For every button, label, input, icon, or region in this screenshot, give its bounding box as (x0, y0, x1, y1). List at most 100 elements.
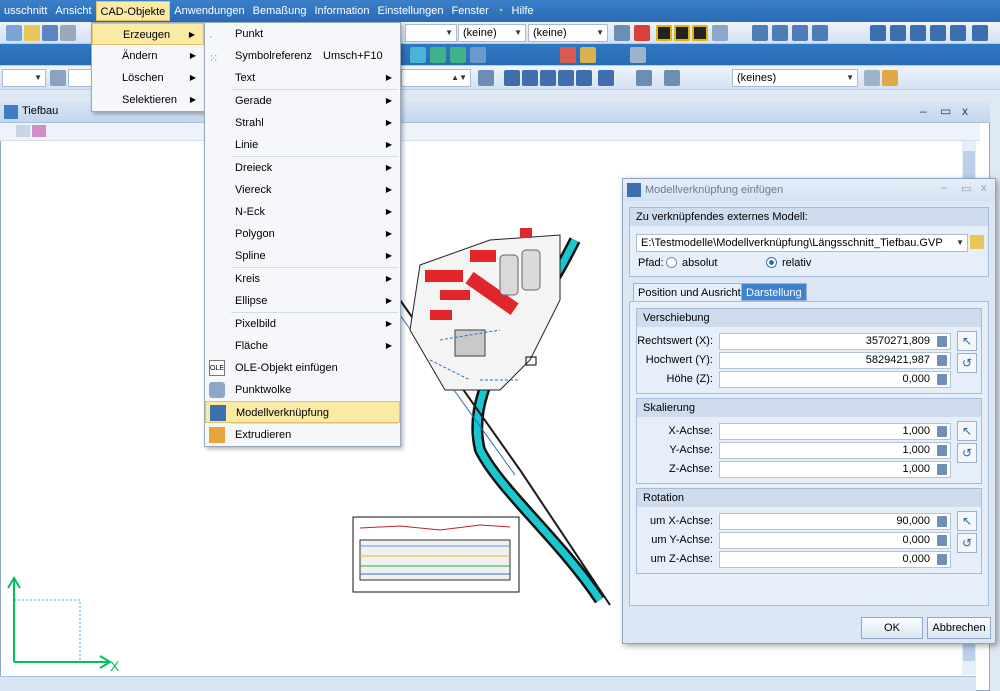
menu-item-gerade[interactable]: Gerade ▶ (205, 90, 400, 112)
layer-props-icon[interactable] (50, 70, 66, 86)
attr-combo-1[interactable]: ▼ (2, 69, 46, 87)
rot-x-input[interactable]: 90,000 (719, 513, 951, 530)
menu-ansicht[interactable]: Ansicht (51, 1, 95, 21)
pick-point-button[interactable]: ↖ (957, 331, 977, 351)
help-icon[interactable]: ◔ (493, 1, 508, 21)
menu-bemassung[interactable]: Bemaßung (249, 1, 311, 21)
info6-icon[interactable] (972, 25, 988, 41)
menu-item-punkt[interactable]: · Punkt (205, 23, 400, 45)
snap-tool-icon[interactable] (430, 47, 446, 63)
menu-item-ellipse[interactable]: Ellipse ▶ (205, 290, 400, 312)
grid-icon[interactable] (712, 25, 728, 41)
tool-d-icon[interactable] (540, 70, 556, 86)
info-icon[interactable] (870, 25, 886, 41)
attr-combo-3[interactable]: ▲▼ (401, 69, 471, 87)
menu-item-polygon[interactable]: Polygon ▶ (205, 223, 400, 245)
menu-item-ole-objekt[interactable]: OLE OLE-Objekt einfügen (205, 357, 400, 379)
horizontal-scrollbar[interactable] (0, 676, 976, 691)
menu-item-linie[interactable]: Linie ▶ (205, 134, 400, 156)
tool-c-icon[interactable] (522, 70, 538, 86)
tool-f-icon[interactable] (576, 70, 592, 86)
menu-item-dreieck[interactable]: Dreieck ▶ (205, 157, 400, 179)
menu-item-erzeugen[interactable]: Erzeugen ▶ (92, 23, 204, 45)
layers3-icon[interactable] (792, 25, 808, 41)
dialog-close-icon[interactable]: x (981, 182, 987, 194)
print-icon[interactable] (60, 25, 76, 41)
tool-k-icon[interactable] (882, 70, 898, 86)
point-tool-icon[interactable] (410, 47, 426, 63)
rechtswert-input[interactable]: 3570271,809 (719, 333, 951, 350)
calculator-icon[interactable] (937, 554, 947, 565)
menu-information[interactable]: Information (310, 1, 373, 21)
maximize-icon[interactable]: ▭ (940, 104, 951, 118)
menu-item-extrudieren[interactable]: Extrudieren (205, 424, 400, 446)
menu-item-text[interactable]: Text ▶ (205, 67, 400, 89)
menu-hilfe[interactable]: Hilfe (508, 1, 538, 21)
menu-cad-objekte[interactable]: CAD-Objekte (95, 1, 171, 21)
calculator-icon[interactable] (937, 445, 947, 456)
calculator-icon[interactable] (937, 336, 947, 347)
reset-shift-button[interactable]: ↺ (957, 353, 977, 373)
ok-button[interactable]: OK (861, 617, 923, 639)
tool-b-icon[interactable] (504, 70, 520, 86)
tool-e-icon[interactable] (558, 70, 574, 86)
black-square-icon[interactable] (656, 25, 672, 41)
menu-item-punktwolke[interactable]: Punktwolke (205, 379, 400, 401)
menu-item-strahl[interactable]: Strahl ▶ (205, 112, 400, 134)
delete-red-icon[interactable] (560, 47, 576, 63)
tab-display[interactable]: Darstellung (741, 283, 807, 301)
menu-item-loeschen[interactable]: Löschen ▶ (92, 67, 204, 89)
browse-folder-icon[interactable] (970, 235, 984, 249)
menu-anwendungen[interactable]: Anwendungen (170, 1, 248, 21)
hoehe-input[interactable]: 0,000 (719, 371, 951, 388)
measure-tool-icon[interactable] (470, 47, 486, 63)
cancel-button[interactable]: Abbrechen (927, 617, 991, 639)
rot-z-input[interactable]: 0,000 (719, 551, 951, 568)
reset-rotation-button[interactable]: ↺ (957, 533, 977, 553)
y-axis-scale-input[interactable]: 1,000 (719, 442, 951, 459)
view-icon[interactable] (16, 125, 30, 137)
line-style-combo[interactable]: (keine) ▼ (458, 24, 526, 42)
fill-style-combo[interactable]: (keine) ▼ (528, 24, 608, 42)
close-tool-icon[interactable] (630, 47, 646, 63)
dialog-minimize-icon[interactable]: – (941, 182, 947, 194)
hochwert-input[interactable]: 5829421,987 (719, 352, 951, 369)
z-axis-scale-input[interactable]: 1,000 (719, 461, 951, 478)
calculator-icon[interactable] (937, 464, 947, 475)
menu-item-aendern[interactable]: Ändern ▶ (92, 45, 204, 67)
menu-item-selektieren[interactable]: Selektieren ▶ (92, 89, 204, 111)
layers2-icon[interactable] (772, 25, 788, 41)
open-icon[interactable] (24, 25, 40, 41)
menu-item-n-eck[interactable]: N-Eck ▶ (205, 201, 400, 223)
save-icon[interactable] (42, 25, 58, 41)
snap-icon[interactable] (614, 25, 630, 41)
layers4-icon[interactable] (812, 25, 828, 41)
red-square-icon[interactable] (634, 25, 650, 41)
tool-h-icon[interactable] (636, 70, 652, 86)
calculator-icon[interactable] (937, 516, 947, 527)
menu-einstellungen[interactable]: Einstellungen (373, 1, 447, 21)
black-square2-icon[interactable] (674, 25, 690, 41)
reset-scale-button[interactable]: ↺ (957, 443, 977, 463)
calculator-icon[interactable] (937, 535, 947, 546)
layers-icon[interactable] (752, 25, 768, 41)
menu-item-spline[interactable]: Spline ▶ (205, 245, 400, 267)
x-axis-scale-input[interactable]: 1,000 (719, 423, 951, 440)
tool-i-icon[interactable] (664, 70, 680, 86)
menu-item-flaeche[interactable]: Fläche ▶ (205, 335, 400, 357)
object-type-combo[interactable]: (keines) ▼ (732, 69, 858, 87)
model-path-combo[interactable]: E:\Testmodelle\Modellverknüpfung\Längssc… (636, 234, 968, 252)
menu-item-viereck[interactable]: Viereck ▶ (205, 179, 400, 201)
tree-tool-icon[interactable] (450, 47, 466, 63)
menu-fenster[interactable]: Fenster (448, 1, 493, 21)
radio-relative[interactable] (766, 257, 777, 268)
info4-icon[interactable] (930, 25, 946, 41)
menu-item-kreis[interactable]: Kreis ▶ (205, 268, 400, 290)
close-icon[interactable]: x (962, 104, 968, 118)
menu-item-pixelbild[interactable]: Pixelbild ▶ (205, 313, 400, 335)
minimize-icon[interactable]: – (920, 104, 927, 118)
view2-icon[interactable] (32, 125, 46, 137)
menu-ausschnitt[interactable]: usschnitt (0, 1, 51, 21)
dialog-maximize-icon[interactable]: ▭ (961, 182, 971, 195)
menu-item-modellverknuepfung[interactable]: Modellverknüpfung (205, 401, 400, 423)
